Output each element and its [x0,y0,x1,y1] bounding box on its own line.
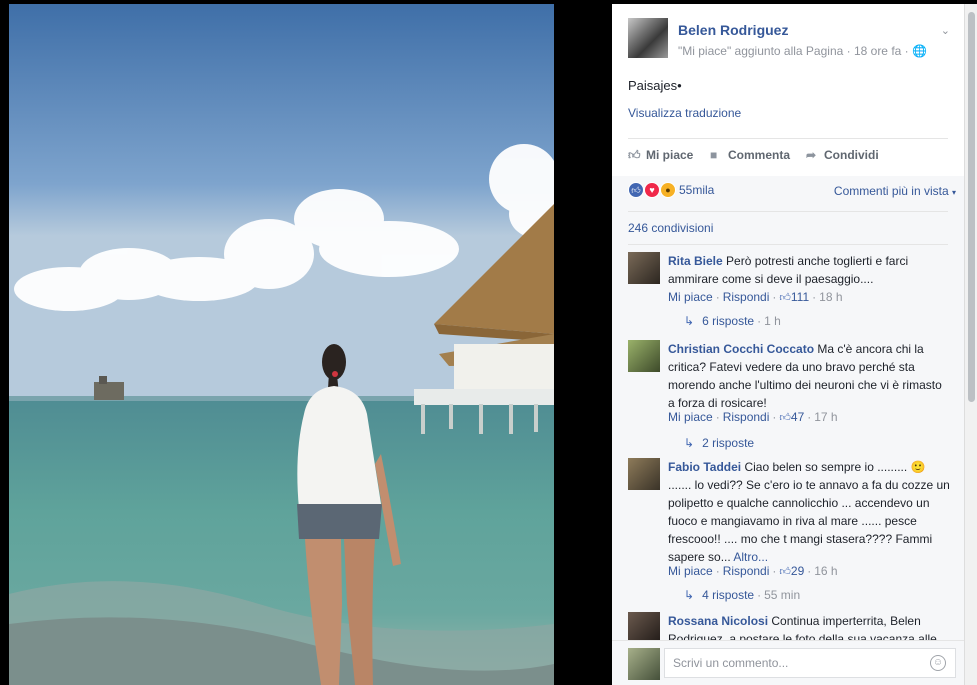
avatar[interactable] [628,458,660,490]
comment-reply-link[interactable]: Rispondi [723,564,770,578]
comment-like-link[interactable]: Mi piace [668,290,713,304]
view-replies-link[interactable]: ↳ 6 risposte · 1 h [684,314,781,328]
post-photo[interactable] [9,4,554,685]
panel-scrollbar[interactable] [964,4,977,685]
like-count-icon: 👍︎ [779,412,791,424]
post-header: Belen Rodriguez "Mi piace" aggiunto alla… [628,18,952,68]
post-meta: "Mi piace" aggiunto alla Pagina · 18 ore… [678,44,927,58]
see-translation-link[interactable]: Visualizza traduzione [628,106,741,120]
comment-sort-dropdown[interactable]: Commenti più in vista ▾ [834,184,956,198]
commenter-name[interactable]: Rita Biele [668,254,723,268]
caret-down-icon: ▾ [951,188,956,197]
comment-like-count[interactable]: 47 [791,410,804,424]
comment-reply-link[interactable]: Rispondi [723,410,770,424]
comment-body: Rita Biele Però potresti anche toglierti… [668,252,950,288]
comment-like-link[interactable]: Mi piace [668,410,713,424]
like-reaction-icon: 👍︎ [628,182,644,198]
comment-body: Fabio Taddei Ciao belen so sempre io ...… [668,458,950,566]
comment-sort-label: Commenti più in vista [833,184,949,198]
commenter-name[interactable]: Christian Cocchi Coccato [668,342,814,356]
scrollbar-thumb[interactable] [968,12,975,402]
emoji-icon[interactable]: ☺ [930,655,946,671]
avatar [628,648,660,680]
see-more-link[interactable]: Altro... [733,550,768,564]
share-button-label: Condividi [824,148,879,162]
post-actions: 👍︎ Mi piace ■ Commenta ➦ Condividi [628,144,948,170]
comment-like-count[interactable]: 111 [791,290,809,304]
replies-time: 1 h [764,314,781,328]
like-button[interactable]: 👍︎ Mi piace [628,148,693,163]
comment-footer: Mi piace · Rispondi · 👍︎29 · 16 h [668,564,838,578]
reply-arrow-icon: ↳ [684,314,695,328]
replies-count: 4 risposte [702,588,755,602]
thumbs-up-icon: 👍︎ [628,148,641,162]
comment-time[interactable]: 18 h [819,290,842,304]
divider [628,138,948,139]
comment-like-link[interactable]: Mi piace [668,564,713,578]
post-text: Paisajes• [628,78,682,93]
divider [628,244,948,245]
reactions-count: 55mila [679,183,715,197]
speech-bubble-icon: ■ [710,148,718,162]
reply-arrow-icon: ↳ [684,588,695,602]
avatar[interactable] [628,252,660,284]
shares-count-link[interactable]: 246 condivisioni [628,221,713,235]
comment-like-count[interactable]: 29 [791,564,804,578]
view-replies-link[interactable]: ↳ 2 risposte [684,436,754,450]
commenter-name[interactable]: Fabio Taddei [668,460,741,474]
comment-reply-link[interactable]: Rispondi [723,290,770,304]
comment-body: Christian Cocchi Coccato Ma c'è ancora c… [668,340,950,412]
share-button[interactable]: ➦ Condividi [806,148,879,162]
comment-input[interactable] [664,648,956,678]
beach-photo-illustration [9,4,554,685]
replies-count: 2 risposte [702,436,755,450]
page-avatar[interactable] [628,18,668,58]
post-meta-text: "Mi piace" aggiunto alla Pagina · 18 ore… [678,44,909,58]
wow-reaction-icon: ● [660,182,676,198]
share-arrow-icon: ➦ [806,148,817,162]
like-button-label: Mi piace [646,148,694,162]
globe-icon: 🌐 [912,44,927,58]
like-count-icon: 👍︎ [779,566,791,578]
love-reaction-icon: ♥ [644,182,660,198]
reply-arrow-icon: ↳ [684,436,695,450]
comment-footer: Mi piace · Rispondi · 👍︎111 · 18 h [668,290,843,304]
photo-viewer-stage [0,0,612,685]
comment-text: Ciao belen so sempre io ......... 🙂 ....… [668,460,950,564]
comment-footer: Mi piace · Rispondi · 👍︎47 · 17 h [668,410,838,424]
like-count-icon: 👍︎ [779,292,791,304]
comment-button[interactable]: ■ Commenta [710,148,790,162]
page-name-link[interactable]: Belen Rodriguez [678,22,788,38]
post-side-panel: Belen Rodriguez "Mi piace" aggiunto alla… [612,4,964,685]
replies-time: 55 min [764,588,801,602]
chevron-down-icon[interactable]: ⌄ [941,24,950,37]
view-replies-link[interactable]: ↳ 4 risposte · 55 min [684,588,800,602]
comment-time[interactable]: 17 h [814,410,837,424]
avatar[interactable] [628,340,660,372]
divider [628,211,948,212]
comment-button-label: Commenta [728,148,791,162]
commenter-name[interactable]: Rossana Nicolosi [668,614,768,628]
comment-time[interactable]: 16 h [814,564,837,578]
comment-composer: ☺ [612,640,964,685]
replies-count: 6 risposte [702,314,755,328]
